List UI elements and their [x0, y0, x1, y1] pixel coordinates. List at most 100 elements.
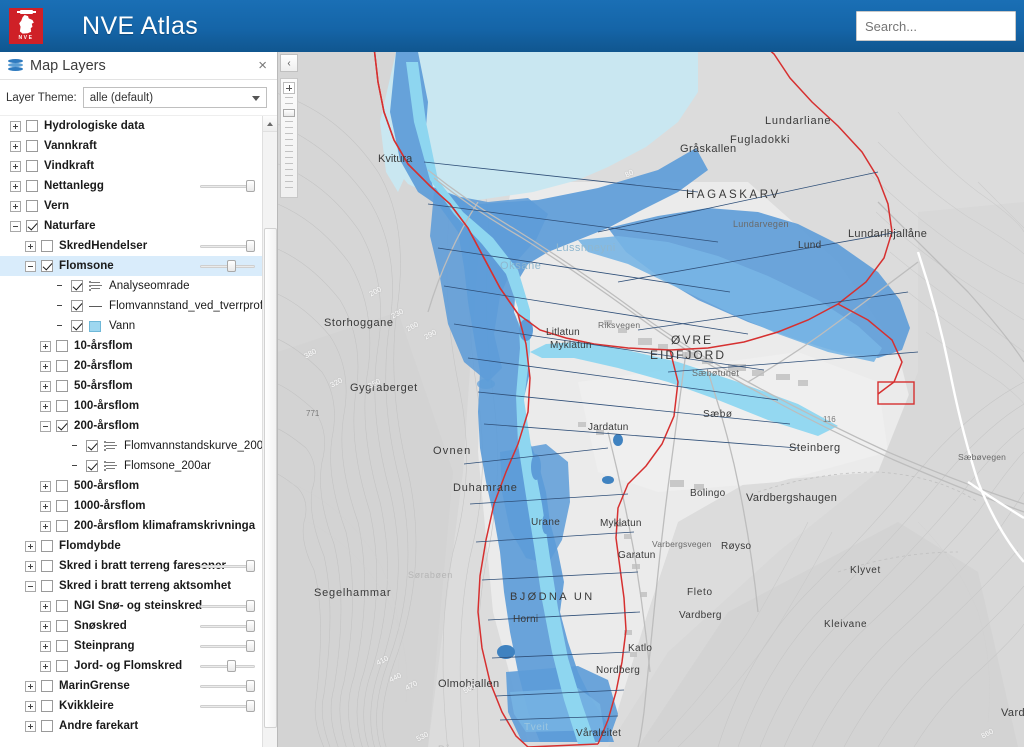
slider-handle[interactable]: [246, 640, 255, 652]
slider-handle[interactable]: [227, 260, 236, 272]
map-canvas[interactable]: Kvitura Storhoggane Gygraberget 771 Ovnen Duh…: [278, 52, 1024, 747]
expand-plus-icon[interactable]: [10, 180, 21, 192]
expand-plus-icon[interactable]: [40, 400, 51, 412]
zoom-tick[interactable]: [285, 121, 293, 122]
opacity-slider[interactable]: [200, 260, 255, 272]
collapse-minus-icon[interactable]: [10, 220, 21, 232]
layer-tree-node[interactable]: Flomvannstandskurve_200ar: [0, 436, 274, 456]
layer-tree-node[interactable]: Steinprang: [0, 636, 263, 656]
layer-tree-node[interactable]: Vannkraft: [0, 136, 263, 156]
layer-tree-node[interactable]: 200-årsflom: [0, 416, 263, 436]
layer-tree-node[interactable]: Jord- og Flomskred: [0, 656, 263, 676]
expand-plus-icon[interactable]: [25, 560, 36, 572]
layer-checkbox[interactable]: [26, 140, 38, 152]
layer-checkbox[interactable]: [71, 280, 83, 292]
expand-plus-icon[interactable]: [40, 660, 51, 672]
scroll-up-arrow[interactable]: [263, 116, 277, 132]
opacity-slider[interactable]: [200, 180, 255, 192]
layer-checkbox[interactable]: [56, 600, 68, 612]
zoom-tick[interactable]: [285, 133, 293, 134]
layer-checkbox[interactable]: [41, 580, 53, 592]
expand-plus-icon[interactable]: [25, 680, 36, 692]
expand-plus-icon[interactable]: [10, 120, 21, 132]
collapse-minus-icon[interactable]: [25, 580, 36, 592]
opacity-slider[interactable]: [200, 620, 255, 632]
layer-tree-node[interactable]: Flomvannstand_ved_tverrprofil: [0, 296, 268, 316]
zoom-tick[interactable]: [285, 127, 293, 128]
layer-checkbox[interactable]: [56, 520, 68, 532]
layer-checkbox[interactable]: [41, 720, 53, 732]
layer-tree-node[interactable]: Vindkraft: [0, 156, 263, 176]
layer-tree-node[interactable]: Skred i bratt terreng aktsomhet: [0, 576, 263, 596]
layer-tree[interactable]: Hydrologiske data Vannkraft Vindkraft Netta…: [0, 116, 277, 747]
nve-logo[interactable]: NVE: [0, 0, 52, 52]
expand-plus-icon[interactable]: [40, 520, 51, 532]
expand-plus-icon[interactable]: [40, 500, 51, 512]
layer-checkbox[interactable]: [41, 680, 53, 692]
slider-handle[interactable]: [246, 620, 255, 632]
layer-tree-node[interactable]: Flomdybde: [0, 536, 263, 556]
layer-tree-node[interactable]: Analyseomrade: [0, 276, 263, 296]
expand-plus-icon[interactable]: [25, 240, 36, 252]
slider-handle[interactable]: [227, 660, 236, 672]
expand-plus-icon[interactable]: [25, 540, 36, 552]
expand-plus-icon[interactable]: [10, 160, 21, 172]
layer-tree-node[interactable]: Nettanlegg: [0, 176, 263, 196]
layer-tree-node[interactable]: 50-årsflom: [0, 376, 263, 396]
expand-plus-icon[interactable]: [40, 340, 51, 352]
zoom-tick[interactable]: [285, 145, 293, 146]
layer-tree-node[interactable]: 20-årsflom: [0, 356, 263, 376]
layer-checkbox[interactable]: [56, 620, 68, 632]
layer-tree-node[interactable]: Vern: [0, 196, 263, 216]
slider-handle[interactable]: [246, 600, 255, 612]
layer-checkbox[interactable]: [41, 700, 53, 712]
slider-handle[interactable]: [246, 240, 255, 252]
opacity-slider[interactable]: [200, 560, 255, 572]
layer-theme-select[interactable]: alle (default): [82, 87, 267, 108]
expand-plus-icon[interactable]: [40, 640, 51, 652]
expand-plus-icon[interactable]: [40, 360, 51, 372]
search-input[interactable]: [856, 11, 1016, 41]
collapse-minus-icon[interactable]: [40, 420, 51, 432]
zoom-slider-handle[interactable]: [283, 109, 295, 117]
layer-checkbox[interactable]: [56, 340, 68, 352]
slider-handle[interactable]: [246, 180, 255, 192]
layer-tree-node[interactable]: Vann: [0, 316, 263, 336]
layer-tree-node[interactable]: NGI Snø- og steinskred: [0, 596, 263, 616]
layer-checkbox[interactable]: [71, 300, 83, 312]
opacity-slider[interactable]: [200, 640, 255, 652]
layer-checkbox[interactable]: [86, 460, 98, 472]
zoom-tick[interactable]: [285, 103, 293, 104]
layer-checkbox[interactable]: [26, 160, 38, 172]
zoom-slider[interactable]: [280, 78, 298, 198]
layer-checkbox[interactable]: [26, 220, 38, 232]
layer-checkbox[interactable]: [86, 440, 98, 452]
layer-tree-node[interactable]: Snøskred: [0, 616, 263, 636]
layer-tree-node[interactable]: Hydrologiske data: [0, 116, 263, 136]
layer-checkbox[interactable]: [56, 380, 68, 392]
layer-checkbox[interactable]: [41, 260, 53, 272]
opacity-slider[interactable]: [200, 660, 255, 672]
zoom-tick[interactable]: [285, 157, 293, 158]
layer-tree-node[interactable]: Flomsone_200ar: [0, 456, 263, 476]
zoom-tick[interactable]: [285, 151, 293, 152]
layer-checkbox[interactable]: [26, 120, 38, 132]
zoom-tick[interactable]: [285, 181, 293, 182]
zoom-control[interactable]: ‹: [280, 54, 298, 198]
layer-tree-node[interactable]: Andre farekart: [0, 716, 263, 736]
layer-checkbox[interactable]: [56, 500, 68, 512]
close-icon[interactable]: ×: [254, 56, 271, 75]
layer-checkbox[interactable]: [26, 200, 38, 212]
layer-tree-node[interactable]: Kvikkleire: [0, 696, 263, 716]
layer-checkbox[interactable]: [56, 660, 68, 672]
zoom-tick[interactable]: [285, 187, 293, 188]
layer-tree-node[interactable]: Naturfare: [0, 216, 263, 236]
layer-checkbox[interactable]: [56, 640, 68, 652]
expand-plus-icon[interactable]: [10, 200, 21, 212]
layer-tree-node[interactable]: 500-årsflom: [0, 476, 263, 496]
opacity-slider[interactable]: [200, 700, 255, 712]
slider-handle[interactable]: [246, 700, 255, 712]
layer-tree-node[interactable]: SkredHendelser: [0, 236, 263, 256]
slider-handle[interactable]: [246, 680, 255, 692]
layer-checkbox[interactable]: [41, 540, 53, 552]
